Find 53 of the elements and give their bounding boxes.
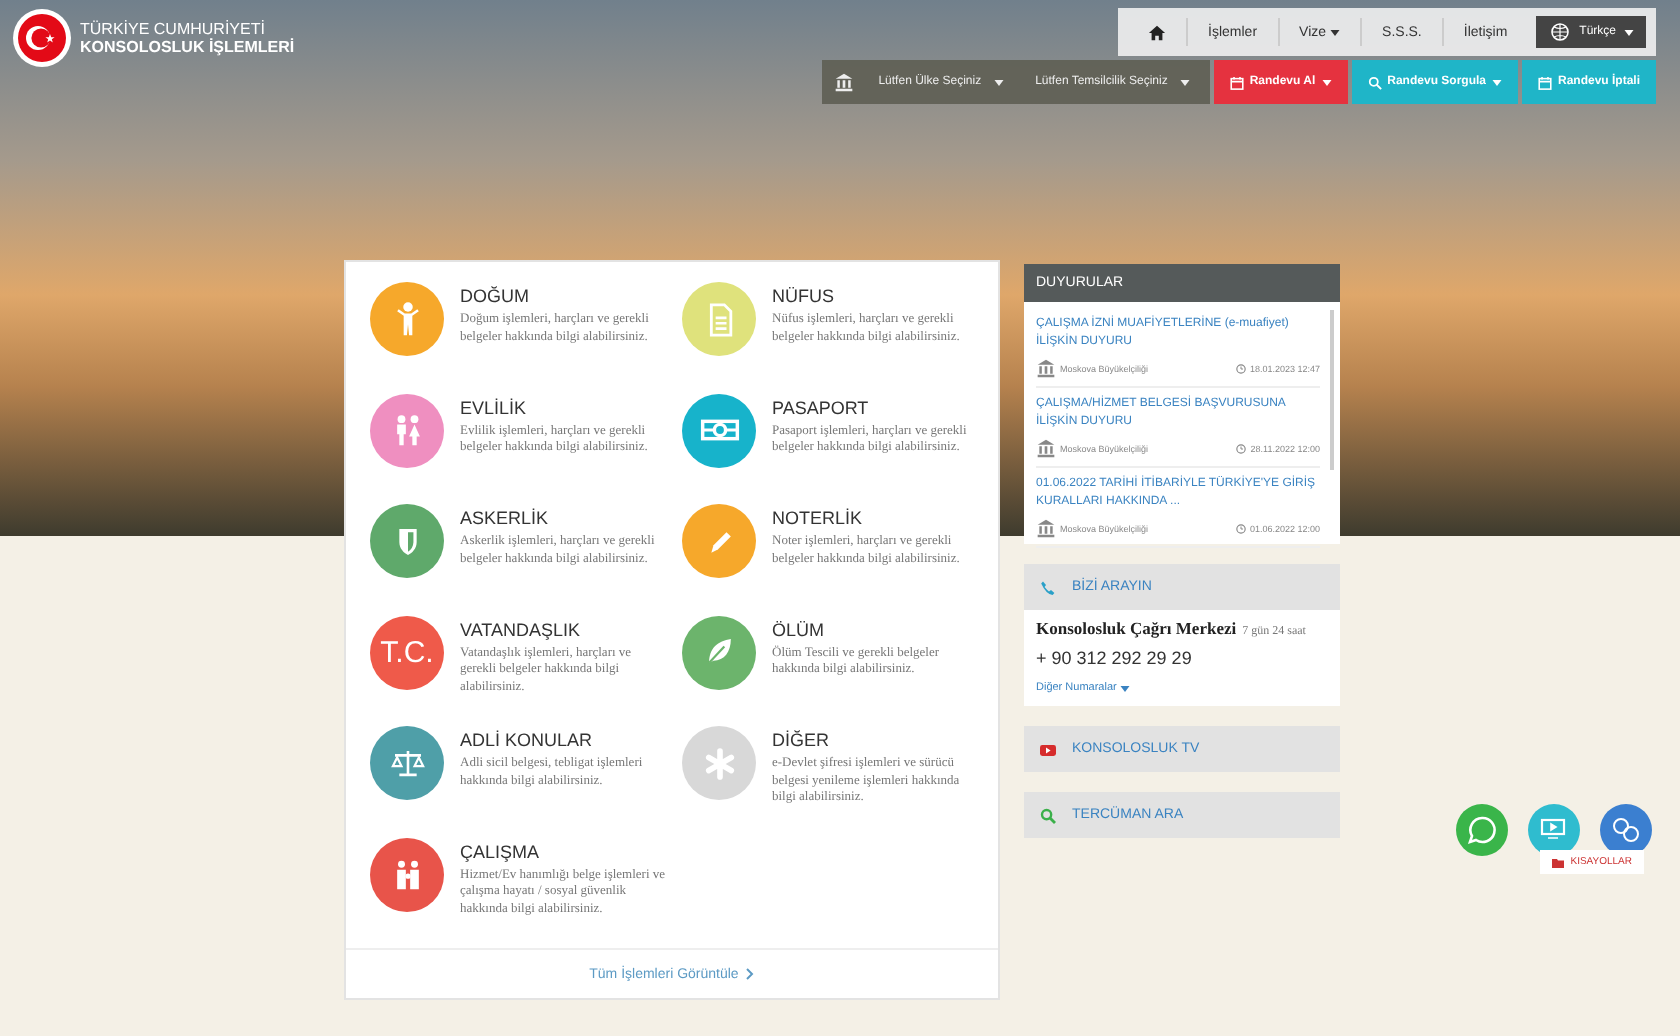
search-icon <box>1040 807 1056 823</box>
bank-icon <box>1036 518 1056 538</box>
service-title[interactable]: NOTERLİK <box>772 508 978 528</box>
caret-icon <box>1179 79 1190 85</box>
clock-icon <box>1235 523 1246 533</box>
service-title[interactable]: ASKERLİK <box>460 508 666 528</box>
service-title[interactable]: ADLİ KONULAR <box>460 730 666 750</box>
bank-icon <box>1036 438 1056 458</box>
service-title[interactable]: NÜFUS <box>772 286 978 306</box>
service-icon[interactable] <box>370 282 444 356</box>
caret-icon <box>1491 79 1502 85</box>
emblem-logo-icon <box>12 8 72 68</box>
service-title[interactable]: DİĞER <box>772 730 978 750</box>
caret-icon <box>1321 79 1332 85</box>
service-title[interactable]: PASAPORT <box>772 397 978 417</box>
chat-bubble-button[interactable] <box>1456 804 1508 856</box>
site-title: TÜRKİYE CUMHURİYETİ <box>80 20 267 38</box>
service-icon[interactable] <box>370 726 444 800</box>
service-icon[interactable] <box>370 504 444 578</box>
calendar-icon <box>1229 75 1244 89</box>
service-icon[interactable] <box>682 615 756 689</box>
clock-icon <box>1236 443 1247 453</box>
service-title[interactable]: EVLİLİK <box>460 397 666 417</box>
caret-icon <box>1120 685 1131 691</box>
caret-icon <box>993 79 1004 85</box>
calendar-icon <box>1537 75 1552 89</box>
scrollbar[interactable] <box>1330 310 1334 470</box>
clock-icon <box>1235 363 1246 373</box>
service-title[interactable]: ÇALIŞMA <box>460 841 666 861</box>
service-icon[interactable] <box>370 837 444 911</box>
phone-icon <box>1040 579 1056 595</box>
video-screen-button[interactable] <box>1528 804 1580 856</box>
chevron-icon <box>746 968 755 980</box>
service-icon[interactable] <box>682 393 756 467</box>
shortcuts-button[interactable] <box>1600 804 1652 856</box>
globe-icon <box>1547 22 1572 42</box>
bank-icon <box>1036 358 1056 378</box>
video-play-icon <box>1040 741 1056 757</box>
chat-bubble-icon <box>1464 812 1500 848</box>
caret-icon <box>1330 29 1341 35</box>
site-subtitle: KONSOLOSLUK İŞLEMLERİ <box>80 38 295 56</box>
caret-icon <box>1624 29 1634 35</box>
call-center-name: Konsolosluk Çağrı Merkezi <box>1036 618 1237 638</box>
double-circle-icon <box>1608 812 1644 848</box>
phone-number: + 90 312 292 29 29 <box>1036 648 1194 668</box>
service-icon[interactable] <box>370 393 444 467</box>
search-icon <box>1367 75 1382 89</box>
home-icon[interactable] <box>1148 23 1167 41</box>
service-title[interactable]: ÖLÜM <box>772 619 978 639</box>
service-title[interactable]: VATANDAŞLIK <box>460 619 666 639</box>
bank-icon <box>834 72 855 92</box>
service-title[interactable]: DOĞUM <box>460 286 666 306</box>
service-icon[interactable] <box>682 504 756 578</box>
